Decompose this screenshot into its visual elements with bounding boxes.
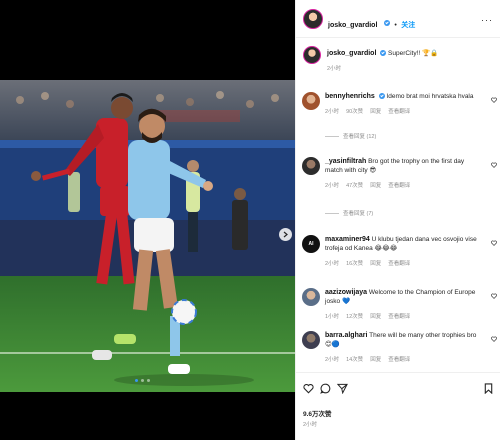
reply-button[interactable]: 回复 xyxy=(370,181,381,189)
comment-likes[interactable]: 47次赞 xyxy=(346,181,363,189)
verified-icon xyxy=(378,93,385,100)
translate-button[interactable]: 查看翻译 xyxy=(388,312,410,320)
reply-button[interactable]: 回复 xyxy=(370,312,381,320)
instagram-post-window: josko_gvardiol • 关注 ··· josko_gvardiol S… xyxy=(0,0,500,440)
commenter-avatar[interactable] xyxy=(302,157,320,175)
share-icon[interactable] xyxy=(337,383,348,394)
avatar-initials: AI xyxy=(308,241,314,247)
comment-text-line: barra.alghari There will be many other t… xyxy=(325,331,483,350)
comment-time: 2小时 xyxy=(325,182,340,189)
comment-username[interactable]: maxaminer94 xyxy=(325,236,370,243)
post-photo[interactable] xyxy=(0,80,295,392)
reply-button[interactable]: 回复 xyxy=(370,355,381,363)
commenter-avatar[interactable] xyxy=(302,331,320,349)
comment-body: bennyhenrichs Idemo brat moi hrvatska hv… xyxy=(325,92,483,115)
comment-time: 2小时 xyxy=(325,108,340,115)
comment-text-line: _yasinfiltrah Bro got the trophy on the … xyxy=(325,157,483,176)
heart-icon[interactable] xyxy=(491,97,497,103)
comment-text: Idemo brat moi hrvatska hvala xyxy=(386,93,474,100)
view-replies-label: 查看回复 (7) xyxy=(343,211,374,217)
media-pane xyxy=(0,0,295,440)
commenter-avatar[interactable] xyxy=(302,92,320,110)
carousel-dot xyxy=(141,379,144,382)
chevron-right-icon xyxy=(283,231,288,238)
comment-time: 1小时 xyxy=(325,313,340,320)
comment-text-line: maxaminer94 U klubu tjedan dana vec osvo… xyxy=(325,235,483,254)
comment-meta: 2小时 16次赞 回复 查看翻译 xyxy=(325,259,483,267)
more-icon[interactable]: ··· xyxy=(481,15,493,25)
carousel-next-button[interactable] xyxy=(279,228,292,241)
verified-icon xyxy=(380,50,387,57)
comment-meta: 2小时 90次赞 回复 查看翻译 xyxy=(325,107,483,115)
heart-icon[interactable] xyxy=(303,383,314,394)
post-timestamp: 2小时 xyxy=(303,422,318,428)
view-replies-button[interactable]: 查看回复 (7) xyxy=(325,209,373,217)
heart-icon[interactable] xyxy=(491,293,497,299)
author-line: josko_gvardiol • 关注 xyxy=(328,14,415,32)
carousel-dot xyxy=(147,379,150,382)
comment-meta: 1小时 12次赞 回复 查看翻译 xyxy=(325,312,483,320)
comment-username[interactable]: _yasinfiltrah xyxy=(325,158,366,165)
replies-divider xyxy=(325,212,339,214)
translate-button[interactable]: 查看翻译 xyxy=(388,181,410,189)
view-replies-button[interactable]: 查看回复 (12) xyxy=(325,132,376,140)
comment-time: 2小时 xyxy=(325,260,340,267)
comment-body: aazizowijaya Welcome to the Champion of … xyxy=(325,288,483,320)
comment-likes[interactable]: 14次赞 xyxy=(346,355,363,363)
comment-username[interactable]: bennyhenrichs xyxy=(325,93,375,100)
caption-text: SuperCity!! 🏆🔒 xyxy=(388,50,439,57)
reply-button[interactable]: 回复 xyxy=(370,107,381,115)
view-replies-label: 查看回复 (12) xyxy=(343,134,377,140)
comment-time: 2小时 xyxy=(325,356,340,363)
comment-text-line: bennyhenrichs Idemo brat moi hrvatska hv… xyxy=(325,92,483,102)
heart-icon[interactable] xyxy=(491,240,497,246)
post-header: josko_gvardiol • 关注 ··· xyxy=(296,0,500,38)
caption-username[interactable]: josko_gvardiol xyxy=(327,50,376,57)
post-side-panel: josko_gvardiol • 关注 ··· josko_gvardiol S… xyxy=(295,0,500,440)
comment-icon[interactable] xyxy=(320,383,331,394)
comment-body: barra.alghari There will be many other t… xyxy=(325,331,483,363)
commenter-avatar[interactable] xyxy=(302,288,320,306)
comment-username[interactable]: aazizowijaya xyxy=(325,289,367,296)
translate-button[interactable]: 查看翻译 xyxy=(388,259,410,267)
comment-text-line: aazizowijaya Welcome to the Champion of … xyxy=(325,288,483,307)
replies-divider xyxy=(325,135,339,137)
comment-likes[interactable]: 90次赞 xyxy=(346,107,363,115)
carousel-dot xyxy=(135,379,138,382)
commenter-avatar[interactable]: AI xyxy=(302,235,320,253)
caption-text-line: josko_gvardiol SuperCity!! 🏆🔒 xyxy=(327,49,492,59)
verified-icon xyxy=(383,19,390,26)
separator-dot: • xyxy=(394,22,397,29)
reply-button[interactable]: 回复 xyxy=(370,259,381,267)
football-match-illustration xyxy=(0,80,295,392)
carousel-dots xyxy=(135,379,150,382)
post-actions: 9.6万次赞 2小时 xyxy=(296,372,500,440)
translate-button[interactable]: 查看翻译 xyxy=(388,107,410,115)
comment-body: _yasinfiltrah Bro got the trophy on the … xyxy=(325,157,483,189)
comment-username[interactable]: barra.alghari xyxy=(325,332,367,339)
comment-meta: 2小时 47次赞 回复 查看翻译 xyxy=(325,181,483,189)
caption-body: josko_gvardiol SuperCity!! 🏆🔒 2小时 xyxy=(327,49,492,72)
caption-meta: 2小时 xyxy=(327,64,492,72)
comment-body: maxaminer94 U klubu tjedan dana vec osvo… xyxy=(325,235,483,267)
heart-icon[interactable] xyxy=(491,336,497,342)
translate-button[interactable]: 查看翻译 xyxy=(388,355,410,363)
caption-time: 2小时 xyxy=(327,65,342,72)
caption-avatar[interactable] xyxy=(303,46,321,64)
follow-button[interactable]: 关注 xyxy=(401,22,415,29)
author-username[interactable]: josko_gvardiol xyxy=(328,22,377,29)
bookmark-icon[interactable] xyxy=(483,383,494,394)
comment-meta: 2小时 14次赞 回复 查看翻译 xyxy=(325,355,483,363)
heart-icon[interactable] xyxy=(491,162,497,168)
comment-likes[interactable]: 12次赞 xyxy=(346,312,363,320)
comment-likes[interactable]: 16次赞 xyxy=(346,259,363,267)
like-count[interactable]: 9.6万次赞 xyxy=(303,408,332,418)
author-avatar[interactable] xyxy=(303,9,323,29)
